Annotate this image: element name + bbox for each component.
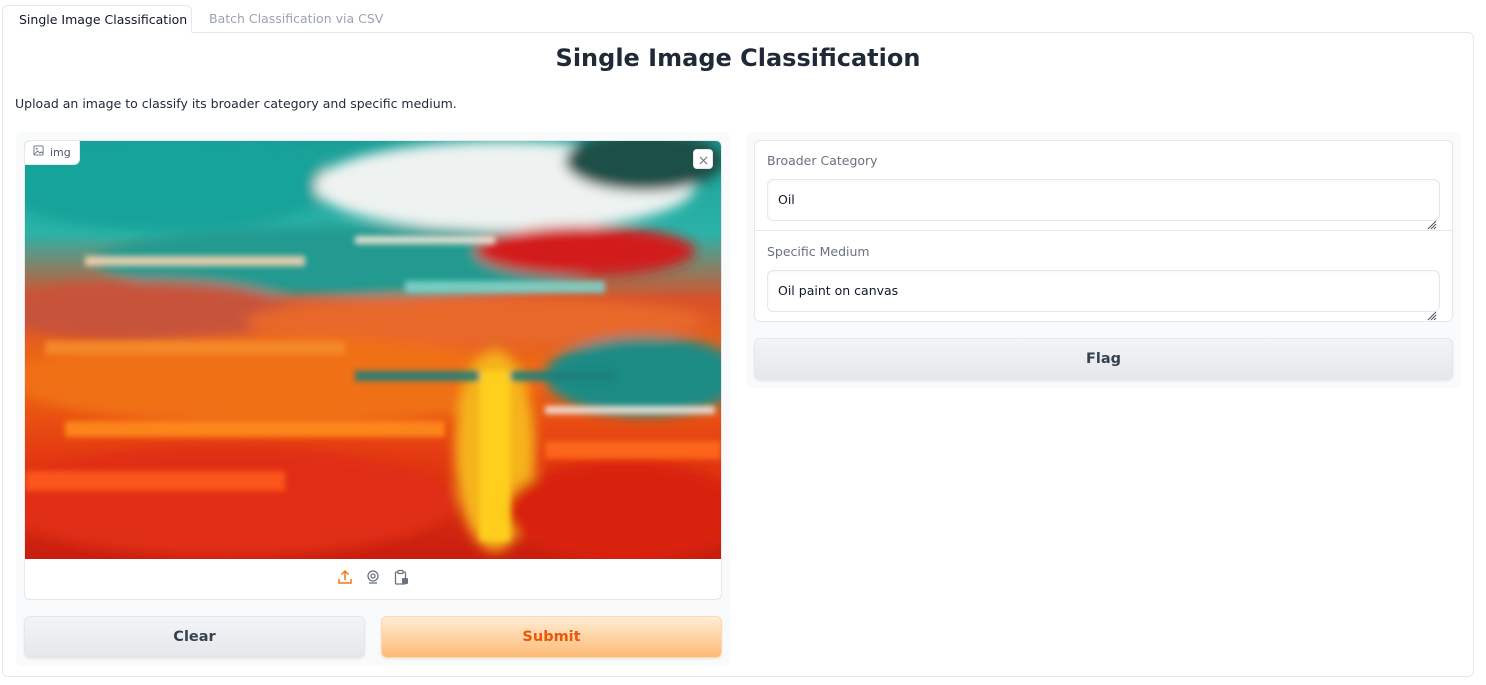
specific-medium-value: Oil paint on canvas bbox=[778, 283, 899, 298]
webcam-button[interactable] bbox=[364, 570, 382, 588]
specific-medium-label: Specific Medium bbox=[767, 244, 870, 259]
clear-button[interactable]: Clear bbox=[24, 616, 365, 658]
upload-icon bbox=[337, 569, 353, 589]
specific-medium-output[interactable]: Oil paint on canvas bbox=[767, 270, 1440, 321]
tab-batch-csv[interactable]: Batch Classification via CSV bbox=[193, 5, 399, 33]
flag-button[interactable]: Flag bbox=[754, 338, 1453, 380]
uploaded-image bbox=[25, 141, 721, 559]
broader-category-output[interactable]: Oil bbox=[767, 179, 1440, 230]
clipboard-button[interactable] bbox=[392, 569, 410, 589]
broader-category-label: Broader Category bbox=[767, 153, 878, 168]
image-icon bbox=[33, 141, 44, 165]
output-divider bbox=[755, 230, 1452, 231]
page-description: Upload an image to classify its broader … bbox=[15, 96, 457, 111]
webcam-icon bbox=[365, 569, 381, 589]
remove-image-button[interactable] bbox=[693, 149, 713, 169]
resize-handle-icon[interactable] bbox=[1425, 297, 1437, 321]
image-label-text: img bbox=[50, 145, 71, 159]
clipboard-icon bbox=[393, 569, 409, 589]
upload-button[interactable] bbox=[336, 569, 354, 589]
tab-bar: Single Image Classification Batch Classi… bbox=[2, 5, 1474, 33]
tab-single-image[interactable]: Single Image Classification bbox=[2, 5, 192, 33]
close-icon bbox=[699, 150, 708, 169]
page-title: Single Image Classification bbox=[555, 44, 921, 72]
image-source-toolbar bbox=[25, 559, 721, 599]
resize-handle-icon[interactable] bbox=[1425, 206, 1437, 230]
broader-category-value: Oil bbox=[778, 192, 795, 207]
image-input[interactable]: img bbox=[24, 140, 722, 600]
output-group: Broader Category Oil Specific Medium Oil… bbox=[754, 140, 1453, 322]
image-input-label: img bbox=[25, 141, 80, 165]
submit-button[interactable]: Submit bbox=[381, 616, 722, 658]
